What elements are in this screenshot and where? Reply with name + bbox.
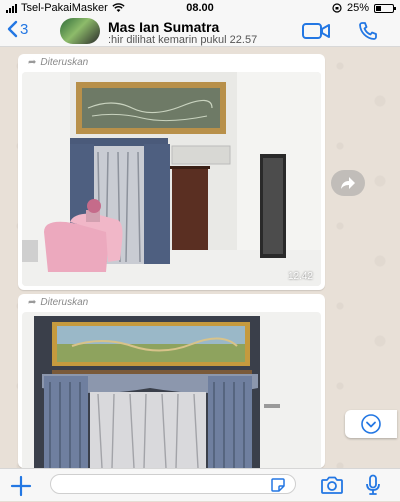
- back-button[interactable]: 3: [6, 20, 28, 38]
- composer-bar: [0, 468, 400, 501]
- attach-button[interactable]: [10, 475, 32, 502]
- scroll-to-bottom-button[interactable]: [345, 410, 397, 438]
- camera-icon: [321, 476, 343, 494]
- forwarded-indicator: ➦ Diteruskan: [18, 294, 325, 310]
- battery-percent: 25%: [346, 2, 369, 14]
- microphone-icon: [366, 474, 380, 495]
- photo-thumbnail[interactable]: [22, 312, 321, 468]
- message-input[interactable]: [50, 474, 296, 494]
- sticker-button[interactable]: [270, 477, 286, 498]
- message-time: 12.42: [287, 271, 313, 282]
- chevron-down-icon: [361, 414, 381, 434]
- camera-button[interactable]: [320, 476, 344, 499]
- voice-message-button[interactable]: [365, 474, 381, 501]
- status-bar: Tsel-PakaiMasker 08.00 25%: [0, 0, 400, 16]
- forwarded-indicator: ➦ Diteruskan: [18, 54, 325, 70]
- back-chevron-icon: [7, 20, 18, 38]
- chat-header: 3 Mas Ian Sumatra :hir dilihat kemarin p…: [0, 16, 400, 47]
- message-bubble[interactable]: ➦ Diteruskan: [18, 54, 325, 290]
- phone-icon: [359, 22, 377, 40]
- avatar[interactable]: [60, 18, 100, 44]
- forwarded-label: Diteruskan: [40, 56, 89, 68]
- sticker-icon: [271, 478, 285, 492]
- battery-icon: [374, 3, 396, 13]
- plus-icon: [10, 475, 32, 497]
- orientation-lock-icon: [332, 3, 342, 13]
- contact-last-seen: :hir dilihat kemarin pukul 22.57: [108, 34, 258, 46]
- video-call-button[interactable]: [302, 22, 330, 45]
- share-forward-icon: [341, 177, 355, 189]
- forwarded-icon: ➦: [28, 56, 37, 68]
- video-call-icon: [302, 23, 330, 39]
- message-bubble[interactable]: ➦ Diteruskan: [18, 294, 325, 468]
- unread-count: 3: [20, 20, 29, 38]
- forward-button[interactable]: [331, 170, 365, 196]
- contact-name[interactable]: Mas Ian Sumatra: [108, 19, 219, 35]
- photo-thumbnail[interactable]: 12.42: [22, 72, 321, 286]
- voice-call-button[interactable]: [358, 21, 378, 46]
- forwarded-icon: ➦: [28, 296, 37, 308]
- forwarded-label: Diteruskan: [40, 296, 89, 308]
